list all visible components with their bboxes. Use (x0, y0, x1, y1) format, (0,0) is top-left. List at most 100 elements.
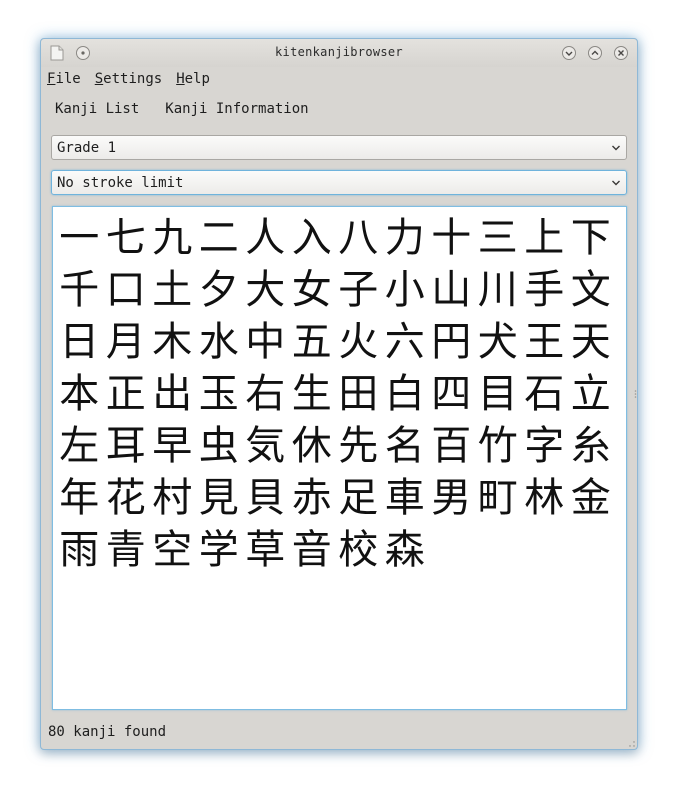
kanji-item[interactable]: 名 (382, 420, 429, 472)
chevron-down-icon (612, 180, 620, 186)
kanji-item[interactable]: 先 (335, 420, 382, 472)
kanji-item[interactable]: 五 (289, 316, 336, 368)
kanji-item[interactable]: 口 (103, 264, 150, 316)
kanji-item[interactable]: 音 (289, 524, 336, 576)
kanji-item[interactable]: 林 (521, 472, 568, 524)
kanji-item[interactable]: 六 (382, 316, 429, 368)
menu-help[interactable]: Help (176, 71, 210, 87)
kanji-item[interactable]: 気 (242, 420, 289, 472)
kanji-item[interactable]: 七 (103, 212, 150, 264)
kanji-item[interactable]: 九 (149, 212, 196, 264)
kanji-item[interactable]: 日 (56, 316, 103, 368)
kanji-grid: 一七九二人入八力十三上下千口土夕大女子小山川手文日月木水中五火六円犬王天本正出玉… (56, 212, 616, 576)
kanji-item[interactable]: 男 (428, 472, 475, 524)
kanji-item[interactable]: 十 (428, 212, 475, 264)
kanji-item[interactable]: 左 (56, 420, 103, 472)
kanji-item[interactable]: 下 (568, 212, 615, 264)
kanji-item[interactable]: 上 (521, 212, 568, 264)
kanji-list-view[interactable]: 一七九二人入八力十三上下千口土夕大女子小山川手文日月木水中五火六円犬王天本正出玉… (52, 206, 627, 710)
kanji-item[interactable]: 雨 (56, 524, 103, 576)
kanji-item[interactable]: 文 (568, 264, 615, 316)
kanji-item[interactable]: 早 (149, 420, 196, 472)
kanji-item[interactable]: 糸 (568, 420, 615, 472)
kanji-item[interactable]: 村 (149, 472, 196, 524)
kanji-item[interactable]: 虫 (196, 420, 243, 472)
kanji-item[interactable]: 正 (103, 368, 150, 420)
kanji-item[interactable]: 空 (149, 524, 196, 576)
tab-kanji-information[interactable]: Kanji Information (165, 101, 308, 117)
kanji-item[interactable]: 山 (428, 264, 475, 316)
kanji-item[interactable]: 字 (521, 420, 568, 472)
kanji-item[interactable]: 足 (335, 472, 382, 524)
kanji-item[interactable]: 天 (568, 316, 615, 368)
kanji-item[interactable]: 田 (335, 368, 382, 420)
kanji-item[interactable]: 貝 (242, 472, 289, 524)
kanji-item[interactable]: 人 (242, 212, 289, 264)
kanji-item[interactable]: 川 (475, 264, 522, 316)
kanji-item[interactable]: 四 (428, 368, 475, 420)
kanji-item[interactable]: 草 (242, 524, 289, 576)
kanji-item[interactable]: 白 (382, 368, 429, 420)
kanji-item[interactable]: 本 (56, 368, 103, 420)
stroke-limit-select-value: No stroke limit (57, 175, 184, 191)
kanji-item[interactable]: 百 (428, 420, 475, 472)
kanji-item[interactable]: 中 (242, 316, 289, 368)
kanji-item[interactable]: 王 (521, 316, 568, 368)
kanji-item[interactable]: 金 (568, 472, 615, 524)
kanji-item[interactable]: 石 (521, 368, 568, 420)
kanji-item[interactable]: 円 (428, 316, 475, 368)
kanji-item[interactable]: 木 (149, 316, 196, 368)
kanji-item[interactable]: 町 (475, 472, 522, 524)
title-bar[interactable]: kitenkanjibrowser (41, 39, 637, 67)
kanji-item[interactable]: 年 (56, 472, 103, 524)
kanji-item[interactable]: 学 (196, 524, 243, 576)
kanji-item[interactable]: 二 (196, 212, 243, 264)
resize-grip-icon[interactable] (627, 739, 635, 747)
kanji-item[interactable]: 小 (382, 264, 429, 316)
kanji-item[interactable]: 森 (382, 524, 429, 576)
menu-settings[interactable]: Settings (95, 71, 162, 87)
kanji-item[interactable]: 八 (335, 212, 382, 264)
kanji-item[interactable]: 立 (568, 368, 615, 420)
kanji-item[interactable]: 入 (289, 212, 336, 264)
kanji-item[interactable]: 耳 (103, 420, 150, 472)
kanji-item[interactable]: 青 (103, 524, 150, 576)
kanji-item[interactable]: 夕 (196, 264, 243, 316)
grade-select[interactable]: Grade 1 (51, 135, 627, 160)
stroke-limit-select[interactable]: No stroke limit (51, 170, 627, 195)
kanji-item[interactable]: 千 (56, 264, 103, 316)
kanji-item[interactable]: 水 (196, 316, 243, 368)
kanji-item[interactable]: 生 (289, 368, 336, 420)
kanji-item[interactable]: 玉 (196, 368, 243, 420)
kanji-item[interactable]: 花 (103, 472, 150, 524)
kanji-item[interactable]: 車 (382, 472, 429, 524)
kanji-item[interactable]: 校 (335, 524, 382, 576)
minimize-icon[interactable] (561, 45, 577, 61)
kanji-item[interactable]: 竹 (475, 420, 522, 472)
grade-select-value: Grade 1 (57, 140, 117, 156)
kanji-item[interactable]: 目 (475, 368, 522, 420)
kanji-item[interactable]: 見 (196, 472, 243, 524)
kanji-item[interactable]: 火 (335, 316, 382, 368)
kanji-item[interactable]: 休 (289, 420, 336, 472)
kanji-item[interactable]: 右 (242, 368, 289, 420)
kanji-item[interactable]: 女 (289, 264, 336, 316)
kanji-item[interactable]: 力 (382, 212, 429, 264)
kanji-item[interactable]: 子 (335, 264, 382, 316)
kanji-item[interactable]: 一 (56, 212, 103, 264)
kanji-item[interactable]: 出 (149, 368, 196, 420)
splitter-handle[interactable] (634, 389, 637, 399)
kanji-item[interactable]: 三 (475, 212, 522, 264)
kanji-item[interactable]: 赤 (289, 472, 336, 524)
kanji-item[interactable]: 大 (242, 264, 289, 316)
kanji-item[interactable]: 手 (521, 264, 568, 316)
chevron-down-icon (612, 145, 620, 151)
tab-bar: Kanji List Kanji Information (55, 101, 335, 117)
close-icon[interactable] (613, 45, 629, 61)
kanji-item[interactable]: 犬 (475, 316, 522, 368)
maximize-icon[interactable] (587, 45, 603, 61)
kanji-item[interactable]: 土 (149, 264, 196, 316)
tab-kanji-list[interactable]: Kanji List (55, 101, 139, 117)
kanji-item[interactable]: 月 (103, 316, 150, 368)
menu-file[interactable]: File (47, 71, 81, 87)
